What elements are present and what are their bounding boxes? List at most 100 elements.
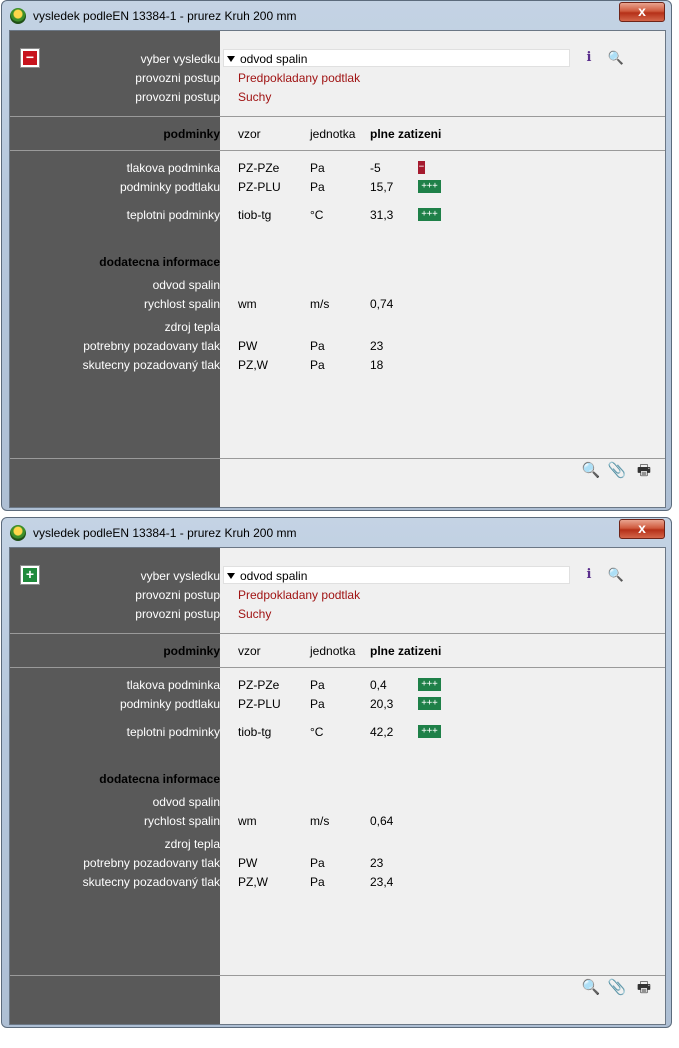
title-bar[interactable]: vysledek podleEN 13384-1 - prurez Kruh 2… [2, 518, 671, 548]
label-rychlost-spalin: rychlost spalin [143, 297, 220, 311]
header-vzor: vzor [238, 127, 261, 141]
unit-value: Pa [310, 358, 325, 372]
header-plne-zatizeni: plne zatizeni [370, 127, 442, 141]
label-tlakova-podminka: tlakova podminka [126, 678, 220, 692]
label-potrebny-tlak: potrebny pozadovany tlak [83, 856, 220, 870]
unit-value: m/s [310, 297, 330, 311]
result-select-value: odvod spalin [240, 569, 308, 583]
info-icon[interactable]: i [580, 49, 598, 67]
result-value: 20,3 [370, 697, 394, 711]
label-rychlost-spalin: rychlost spalin [143, 814, 220, 828]
label-provozni-postup: provozni postup [135, 90, 220, 104]
status-ok-badge: +++ [418, 208, 441, 221]
dropdown-arrow-icon [227, 56, 235, 62]
header-vzor: vzor [238, 644, 261, 658]
result-select-value: odvod spalin [240, 52, 308, 66]
unit-value: Pa [310, 856, 325, 870]
search-icon[interactable]: 🔍 [607, 49, 625, 67]
result-window-2: vysledek podleEN 13384-1 - prurez Kruh 2… [1, 517, 672, 1028]
search-icon[interactable]: 🔍 [607, 566, 625, 584]
result-select[interactable]: odvod spalin [223, 49, 570, 67]
client-area: − vyber vysledku odvod spalin i 🔍 provoz… [9, 30, 666, 508]
vzor-value: PZ-PZe [238, 678, 280, 692]
header-dodatecna-informace: dodatecna informace [99, 255, 220, 269]
vzor-value: PZ,W [238, 358, 268, 372]
unit-value: Pa [310, 697, 325, 711]
label-podminky-podtlaku: podminky podtlaku [119, 180, 220, 194]
divider [10, 975, 665, 976]
label-odvod-spalin: odvod spalin [152, 795, 220, 809]
dropdown-arrow-icon [227, 573, 235, 579]
collapse-button[interactable]: − [20, 48, 40, 68]
result-value: 31,3 [370, 208, 394, 222]
unit-value: Pa [310, 339, 325, 353]
title-bar[interactable]: vysledek podleEN 13384-1 - prurez Kruh 2… [2, 1, 671, 31]
divider [10, 458, 665, 459]
result-value: 0,4 [370, 678, 387, 692]
status-ok-badge: +++ [418, 678, 441, 691]
result-value: 0,64 [370, 814, 394, 828]
vzor-value: PZ-PZe [238, 161, 280, 175]
result-value: 23 [370, 339, 384, 353]
header-dodatecna-informace: dodatecna informace [99, 772, 220, 786]
client-area: + vyber vysledku odvod spalin i 🔍 provoz… [9, 547, 666, 1025]
info-icon[interactable]: i [580, 566, 598, 584]
app-icon [10, 8, 26, 24]
print-preview-icon[interactable]: 🔍 [581, 978, 601, 998]
vzor-value: tiob-tg [238, 208, 272, 222]
provozni-postup-value: Suchy [238, 90, 272, 104]
divider [10, 150, 665, 151]
vzor-value: PZ,W [238, 875, 268, 889]
unit-value: Pa [310, 161, 325, 175]
result-select[interactable]: odvod spalin [223, 566, 570, 584]
result-value: 15,7 [370, 180, 394, 194]
unit-value: m/s [310, 814, 330, 828]
label-skutecny-tlak: skutecny pozadovaný tlak [82, 875, 220, 889]
printer-icon[interactable]: 🖶 [634, 978, 654, 998]
attachment-icon[interactable]: 📎 [607, 978, 627, 998]
unit-value: Pa [310, 875, 325, 889]
vzor-value: PW [238, 856, 258, 870]
result-value: 18 [370, 358, 384, 372]
label-zdroj-tepla: zdroj tepla [164, 837, 220, 851]
result-value: -5 [370, 161, 381, 175]
app-icon [10, 525, 26, 541]
result-value: 23 [370, 856, 384, 870]
attachment-icon[interactable]: 📎 [607, 461, 627, 481]
close-button[interactable]: x [619, 519, 665, 539]
header-podminky: podminky [163, 644, 220, 658]
printer-icon[interactable]: 🖶 [634, 461, 654, 481]
unit-value: Pa [310, 180, 325, 194]
window-title: vysledek podleEN 13384-1 - prurez Kruh 2… [33, 526, 297, 540]
label-skutecny-tlak: skutecny pozadovaný tlak [82, 358, 220, 372]
label-teplotni-podminky: teplotni podminky [126, 208, 220, 222]
vzor-value: wm [238, 814, 257, 828]
result-value: 0,74 [370, 297, 394, 311]
vzor-value: PZ-PLU [238, 180, 281, 194]
vzor-value: PZ-PLU [238, 697, 281, 711]
minus-icon: − [23, 50, 37, 65]
label-provozni-postup: provozni postup [135, 607, 220, 621]
unit-value: °C [310, 208, 324, 222]
status-ok-badge: +++ [418, 180, 441, 193]
unit-value: Pa [310, 678, 325, 692]
provozni-postup-value: Suchy [238, 607, 272, 621]
header-plne-zatizeni: plne zatizeni [370, 644, 442, 658]
print-preview-icon[interactable]: 🔍 [581, 461, 601, 481]
label-provozni-postup: provozni postup [135, 71, 220, 85]
label-podminky-podtlaku: podminky podtlaku [119, 697, 220, 711]
provozni-postup-value: Predpokladany podtlak [238, 71, 361, 85]
label-odvod-spalin: odvod spalin [152, 278, 220, 292]
divider [10, 667, 665, 668]
result-value: 23,4 [370, 875, 394, 889]
label-vyber-vysledku: vyber vysledku [140, 52, 220, 66]
divider [10, 116, 665, 117]
close-button[interactable]: x [619, 2, 665, 22]
label-provozni-postup: provozni postup [135, 588, 220, 602]
status-ok-badge: +++ [418, 697, 441, 710]
result-value: 42,2 [370, 725, 394, 739]
divider [10, 633, 665, 634]
label-potrebny-tlak: potrebny pozadovany tlak [83, 339, 220, 353]
label-tlakova-podminka: tlakova podminka [126, 161, 220, 175]
expand-button[interactable]: + [20, 565, 40, 585]
